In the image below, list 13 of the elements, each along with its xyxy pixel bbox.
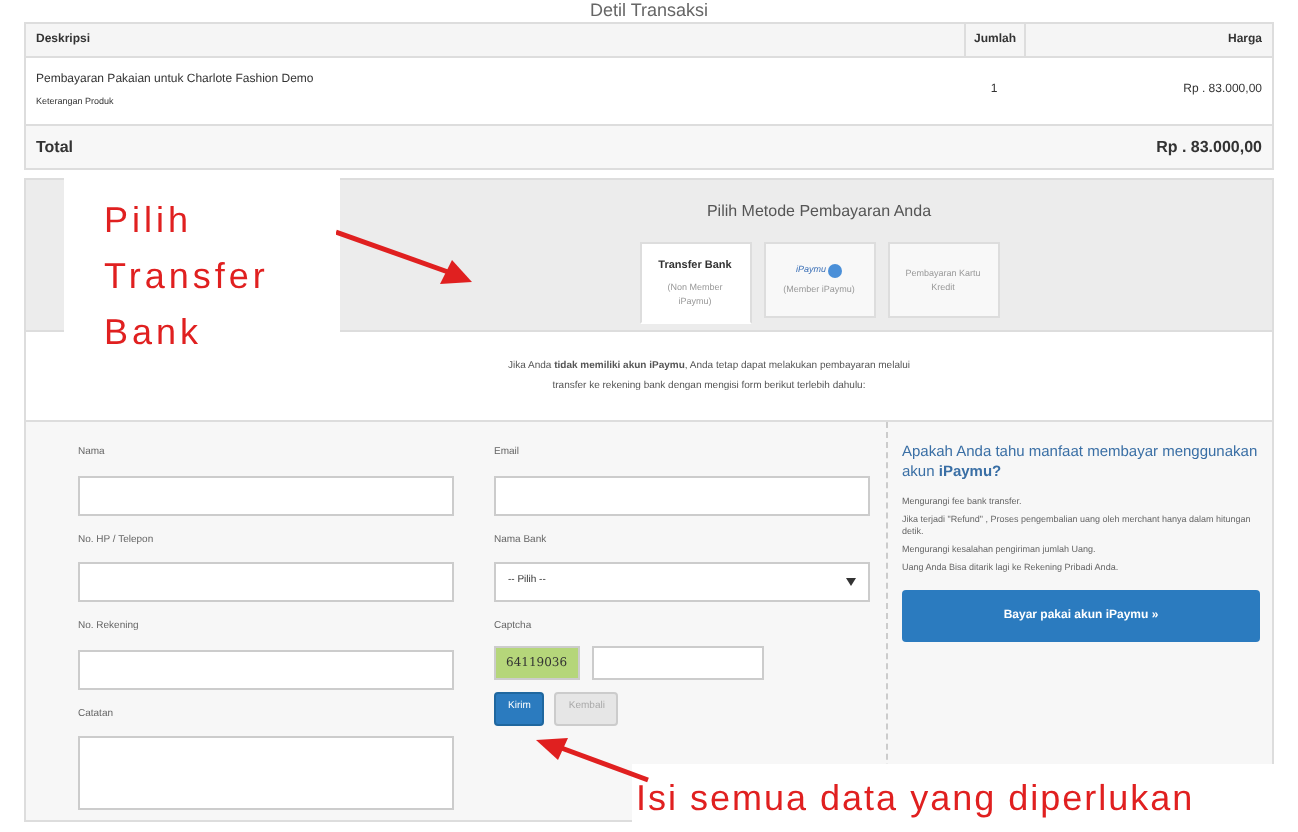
notes-field[interactable]: [78, 736, 454, 810]
payment-heading: Pilih Metode Pembayaran Anda: [704, 200, 932, 224]
text-field[interactable]: [78, 475, 454, 515]
pointer-arrow-icon: [532, 736, 652, 784]
captcha-field[interactable]: [591, 645, 764, 679]
dropdown-caret-icon: [846, 578, 856, 586]
text-field[interactable]: [494, 475, 870, 515]
pointer-arrow-icon: [336, 228, 476, 288]
page-title: Detil Transaksi: [587, 0, 711, 22]
total-value: Rp . 83.000,00: [1154, 135, 1264, 159]
text-field[interactable]: [78, 562, 454, 602]
text-field[interactable]: [78, 649, 454, 689]
total-label: Total: [34, 135, 76, 159]
